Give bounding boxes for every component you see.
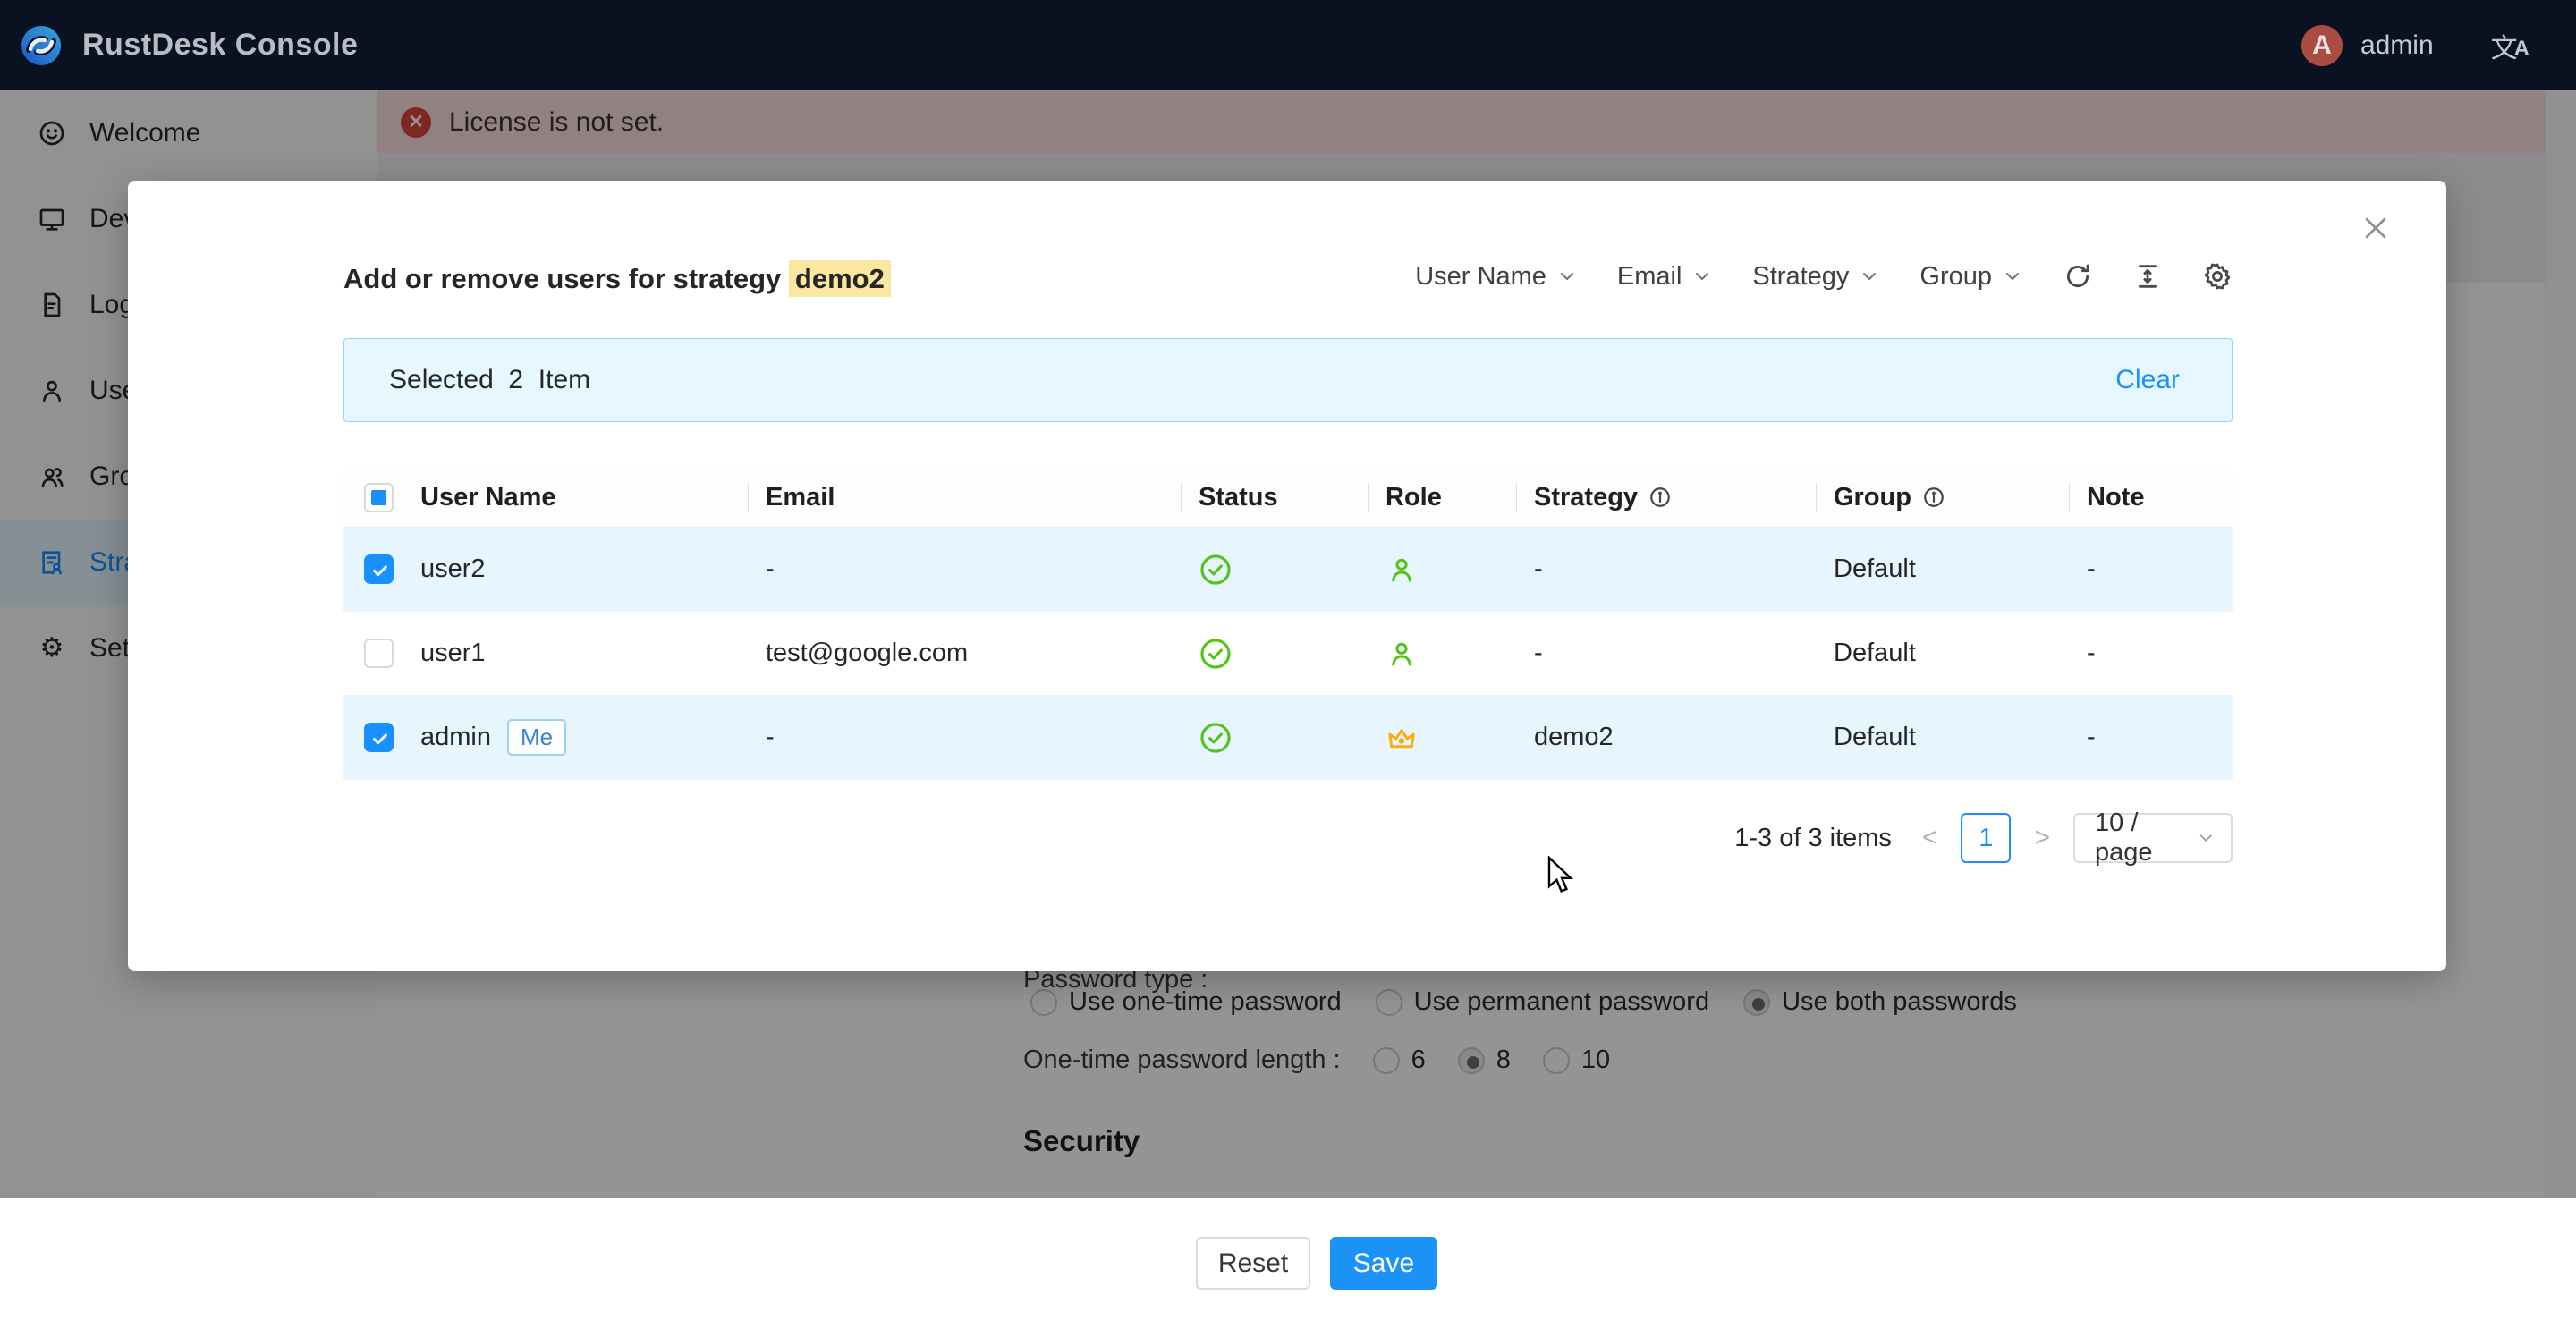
filter-label: Group bbox=[1919, 262, 1992, 292]
cell-user-name: user2 bbox=[402, 554, 748, 584]
select-all-checkbox[interactable] bbox=[364, 483, 394, 512]
cell-role bbox=[1368, 554, 1516, 586]
add-remove-users-modal: Add or remove users for strategy demo2 U… bbox=[128, 181, 2446, 971]
cell-email: - bbox=[748, 723, 1181, 752]
refresh-icon[interactable] bbox=[2063, 261, 2093, 292]
chevron-down-icon bbox=[2196, 827, 2216, 849]
cell-user-name: adminMe bbox=[402, 719, 748, 756]
chevron-down-icon bbox=[1691, 266, 1713, 287]
selection-count-text: Selected 2 Item bbox=[389, 365, 590, 395]
column-header-email[interactable]: Email bbox=[748, 479, 1181, 515]
column-header-strategy[interactable]: Strategy bbox=[1516, 479, 1816, 515]
pagination: 1-3 of 3 items < 1 > 10 / page bbox=[1734, 813, 2233, 863]
cell-note: - bbox=[2069, 554, 2233, 584]
selection-banner: Selected 2 Item Clear bbox=[343, 338, 2233, 422]
filter-user-name[interactable]: User Name bbox=[1415, 262, 1578, 292]
cell-status bbox=[1181, 553, 1368, 587]
prev-page-icon[interactable]: < bbox=[1922, 823, 1938, 853]
cell-strategy: - bbox=[1516, 554, 1816, 584]
gear-icon[interactable] bbox=[2202, 261, 2233, 292]
modal-title-text: Add or remove users for strategy bbox=[343, 263, 781, 294]
role-admin-crown-icon bbox=[1385, 722, 1418, 754]
row-checkbox[interactable] bbox=[364, 554, 394, 584]
footer-action-bar: Reset Save bbox=[0, 1198, 2576, 1329]
filter-label: Email bbox=[1617, 262, 1682, 292]
clear-selection-link[interactable]: Clear bbox=[2115, 365, 2180, 395]
cell-email: test@google.com bbox=[748, 639, 1181, 668]
cell-email: - bbox=[748, 554, 1181, 584]
header-username[interactable]: admin bbox=[2360, 30, 2434, 61]
chevron-down-icon bbox=[2002, 266, 2023, 287]
rustdesk-logo-icon bbox=[20, 24, 63, 67]
modal-title: Add or remove users for strategy demo2 bbox=[343, 263, 891, 295]
row-height-icon[interactable] bbox=[2132, 261, 2163, 292]
next-page-icon[interactable]: > bbox=[2034, 823, 2050, 853]
status-enabled-icon bbox=[1199, 553, 1233, 587]
cell-strategy: - bbox=[1516, 639, 1816, 668]
close-icon[interactable] bbox=[2360, 213, 2391, 243]
cell-user-name: user1 bbox=[402, 639, 748, 668]
app-header: RustDesk Console A admin 文A bbox=[0, 0, 2576, 90]
cell-note: - bbox=[2069, 723, 2233, 752]
status-enabled-icon bbox=[1199, 637, 1233, 671]
users-table: User Name Email Status Role Strategy Gro… bbox=[343, 468, 2233, 780]
modal-title-highlight: demo2 bbox=[789, 260, 891, 297]
cell-status bbox=[1181, 637, 1368, 671]
cell-group: Default bbox=[1816, 639, 2069, 668]
cell-note: - bbox=[2069, 639, 2233, 668]
cell-role bbox=[1368, 638, 1516, 670]
column-header-status[interactable]: Status bbox=[1181, 479, 1368, 515]
translate-icon[interactable]: 文A bbox=[2491, 26, 2529, 65]
row-checkbox[interactable] bbox=[364, 639, 394, 668]
column-header-note[interactable]: Note bbox=[2069, 479, 2233, 515]
column-header-user-name[interactable]: User Name bbox=[402, 479, 748, 515]
column-header-role[interactable]: Role bbox=[1368, 479, 1516, 515]
chevron-down-icon bbox=[1556, 266, 1578, 287]
chevron-down-icon bbox=[1859, 266, 1880, 287]
page-size-select[interactable]: 10 / page bbox=[2073, 813, 2233, 863]
screen: RustDesk Console A admin 文A Welcome Devi… bbox=[0, 0, 2576, 1329]
table-row-admin[interactable]: adminMe - demo2 Default - bbox=[343, 696, 2233, 780]
reset-button[interactable]: Reset bbox=[1196, 1237, 1310, 1290]
status-enabled-icon bbox=[1199, 721, 1233, 755]
table-row-user1[interactable]: user1 test@google.com - Default - bbox=[343, 612, 2233, 696]
page-number-button[interactable]: 1 bbox=[1961, 813, 2011, 863]
info-icon bbox=[1922, 486, 1945, 509]
page-size-value: 10 / page bbox=[2095, 808, 2196, 868]
cell-role bbox=[1368, 722, 1516, 754]
cell-strategy: demo2 bbox=[1516, 723, 1816, 752]
mouse-cursor bbox=[1547, 856, 1581, 895]
table-header-row: User Name Email Status Role Strategy Gro… bbox=[343, 468, 2233, 528]
filter-group[interactable]: Group bbox=[1919, 262, 2023, 292]
filter-label: User Name bbox=[1415, 262, 1546, 292]
cell-group: Default bbox=[1816, 723, 2069, 752]
avatar[interactable]: A bbox=[2301, 25, 2343, 66]
filter-email[interactable]: Email bbox=[1617, 262, 1714, 292]
info-icon bbox=[1648, 486, 1672, 509]
cell-group: Default bbox=[1816, 554, 2069, 584]
app-title: RustDesk Console bbox=[82, 28, 358, 63]
filter-toolbar: User Name Email Strategy Group bbox=[1415, 261, 2233, 292]
table-row-user2[interactable]: user2 - - Default - bbox=[343, 528, 2233, 612]
filter-label: Strategy bbox=[1752, 262, 1849, 292]
pagination-total: 1-3 of 3 items bbox=[1734, 824, 1892, 853]
save-button[interactable]: Save bbox=[1330, 1237, 1437, 1290]
cell-status bbox=[1181, 721, 1368, 755]
filter-strategy[interactable]: Strategy bbox=[1752, 262, 1880, 292]
column-header-group[interactable]: Group bbox=[1816, 479, 2069, 515]
role-user-icon bbox=[1385, 638, 1418, 670]
row-checkbox[interactable] bbox=[364, 723, 394, 752]
role-user-icon bbox=[1385, 554, 1418, 586]
me-badge: Me bbox=[507, 719, 566, 756]
